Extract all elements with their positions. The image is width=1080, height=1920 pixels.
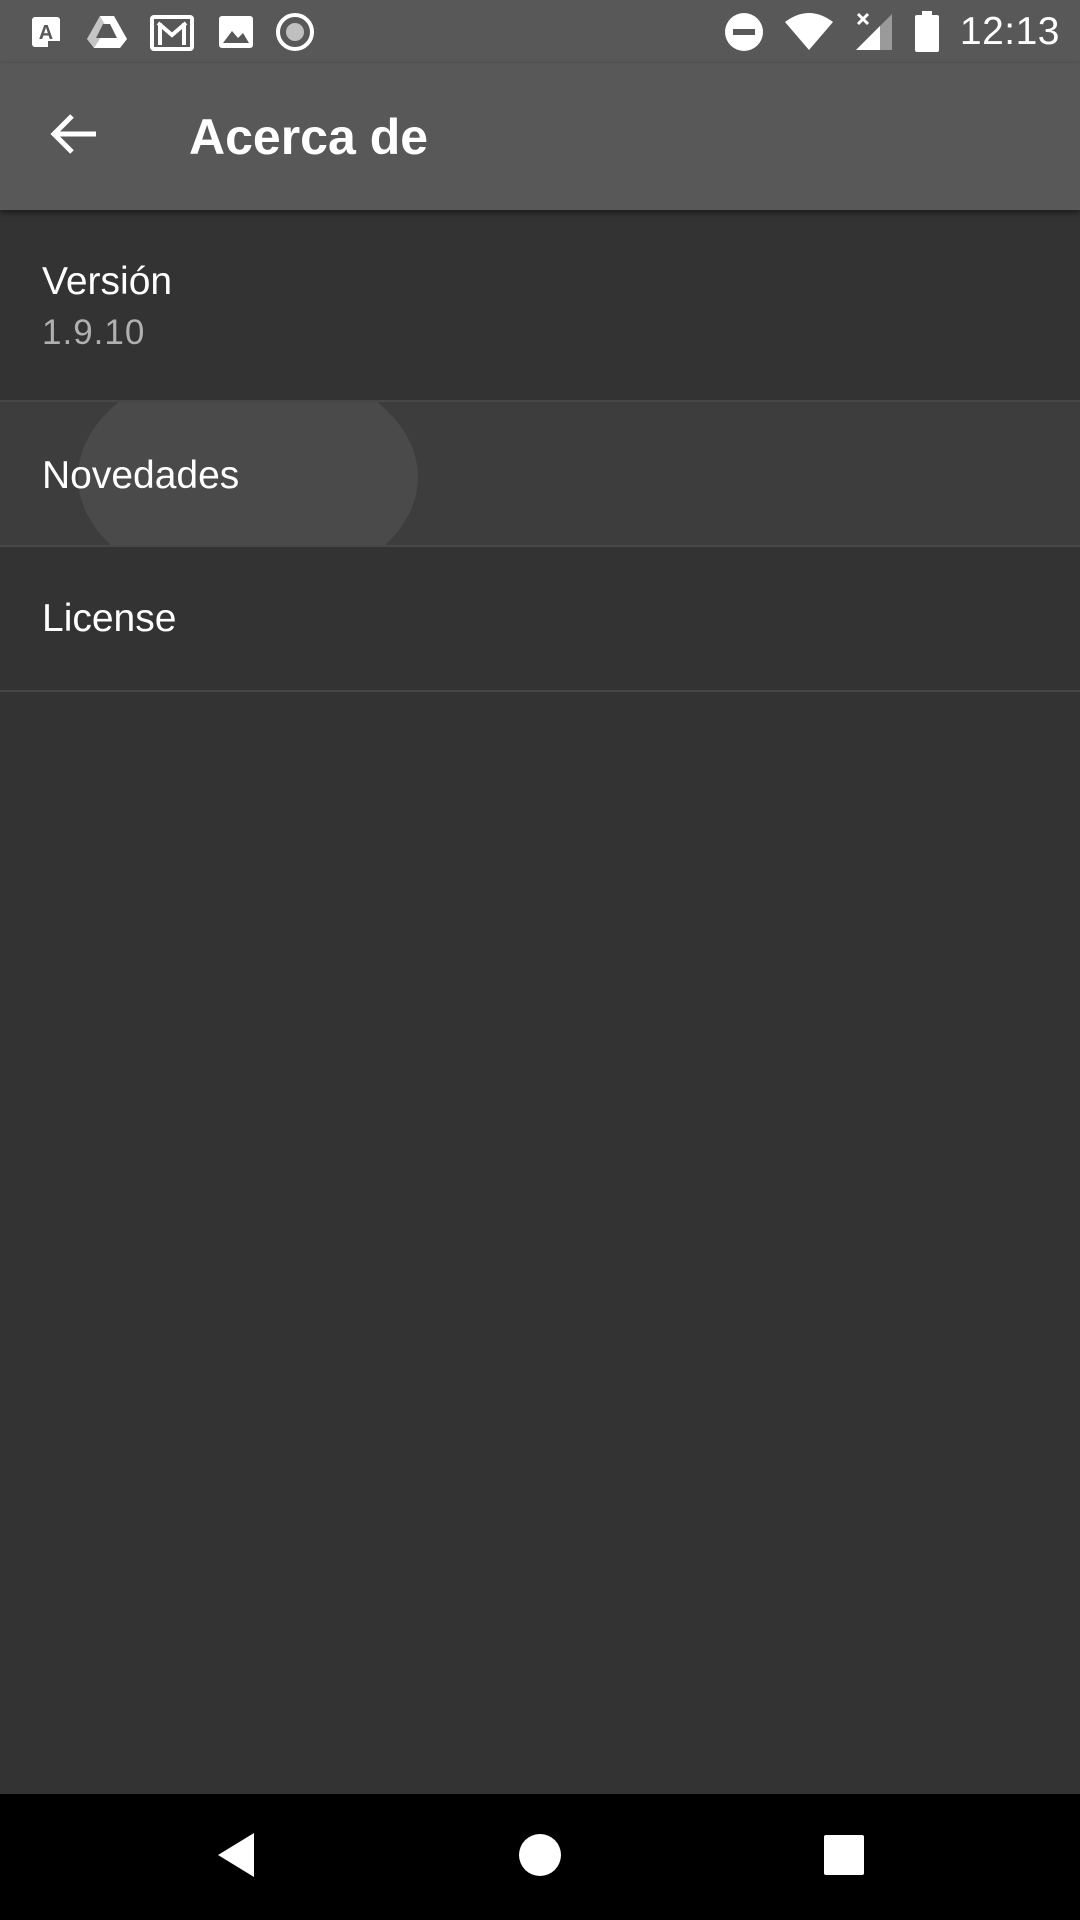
nav-recents-button[interactable] xyxy=(804,1824,884,1890)
photos-icon xyxy=(218,15,254,49)
battery-icon xyxy=(914,10,940,53)
license-item[interactable]: License xyxy=(0,547,1080,692)
record-icon xyxy=(276,12,314,51)
translate-icon: A xyxy=(30,15,64,49)
version-value: 1.9.10 xyxy=(42,313,146,352)
back-button[interactable] xyxy=(30,100,118,172)
system-status: 12:13 xyxy=(724,10,1060,53)
home-circle-icon xyxy=(518,1833,562,1882)
status-clock: 12:13 xyxy=(959,9,1060,53)
svg-text:A: A xyxy=(39,22,53,44)
app-bar: Acerca de xyxy=(0,63,1080,210)
wifi-icon xyxy=(784,12,834,52)
drive-icon xyxy=(86,14,128,50)
preference-list: Versión 1.9.10 Novedades License xyxy=(0,210,1080,692)
signal-icon xyxy=(854,12,894,52)
recents-square-icon xyxy=(823,1834,865,1881)
page-title: Acerca de xyxy=(189,109,429,165)
do-not-disturb-icon xyxy=(724,12,764,52)
whats-new-item[interactable]: Novedades xyxy=(0,402,1080,547)
nav-back-button[interactable] xyxy=(196,1824,276,1890)
navigation-bar xyxy=(0,1794,1080,1920)
license-title: License xyxy=(42,597,177,640)
back-triangle-icon xyxy=(214,1831,258,1884)
version-title: Versión xyxy=(42,260,173,303)
whats-new-title: Novedades xyxy=(42,454,240,497)
arrow-back-icon xyxy=(50,112,98,161)
nav-home-button[interactable] xyxy=(500,1824,580,1890)
gmail-icon xyxy=(150,13,196,51)
version-item[interactable]: Versión 1.9.10 xyxy=(0,210,1080,402)
notification-icons: A xyxy=(30,10,314,53)
status-bar: A 12:13 xyxy=(0,0,1080,63)
